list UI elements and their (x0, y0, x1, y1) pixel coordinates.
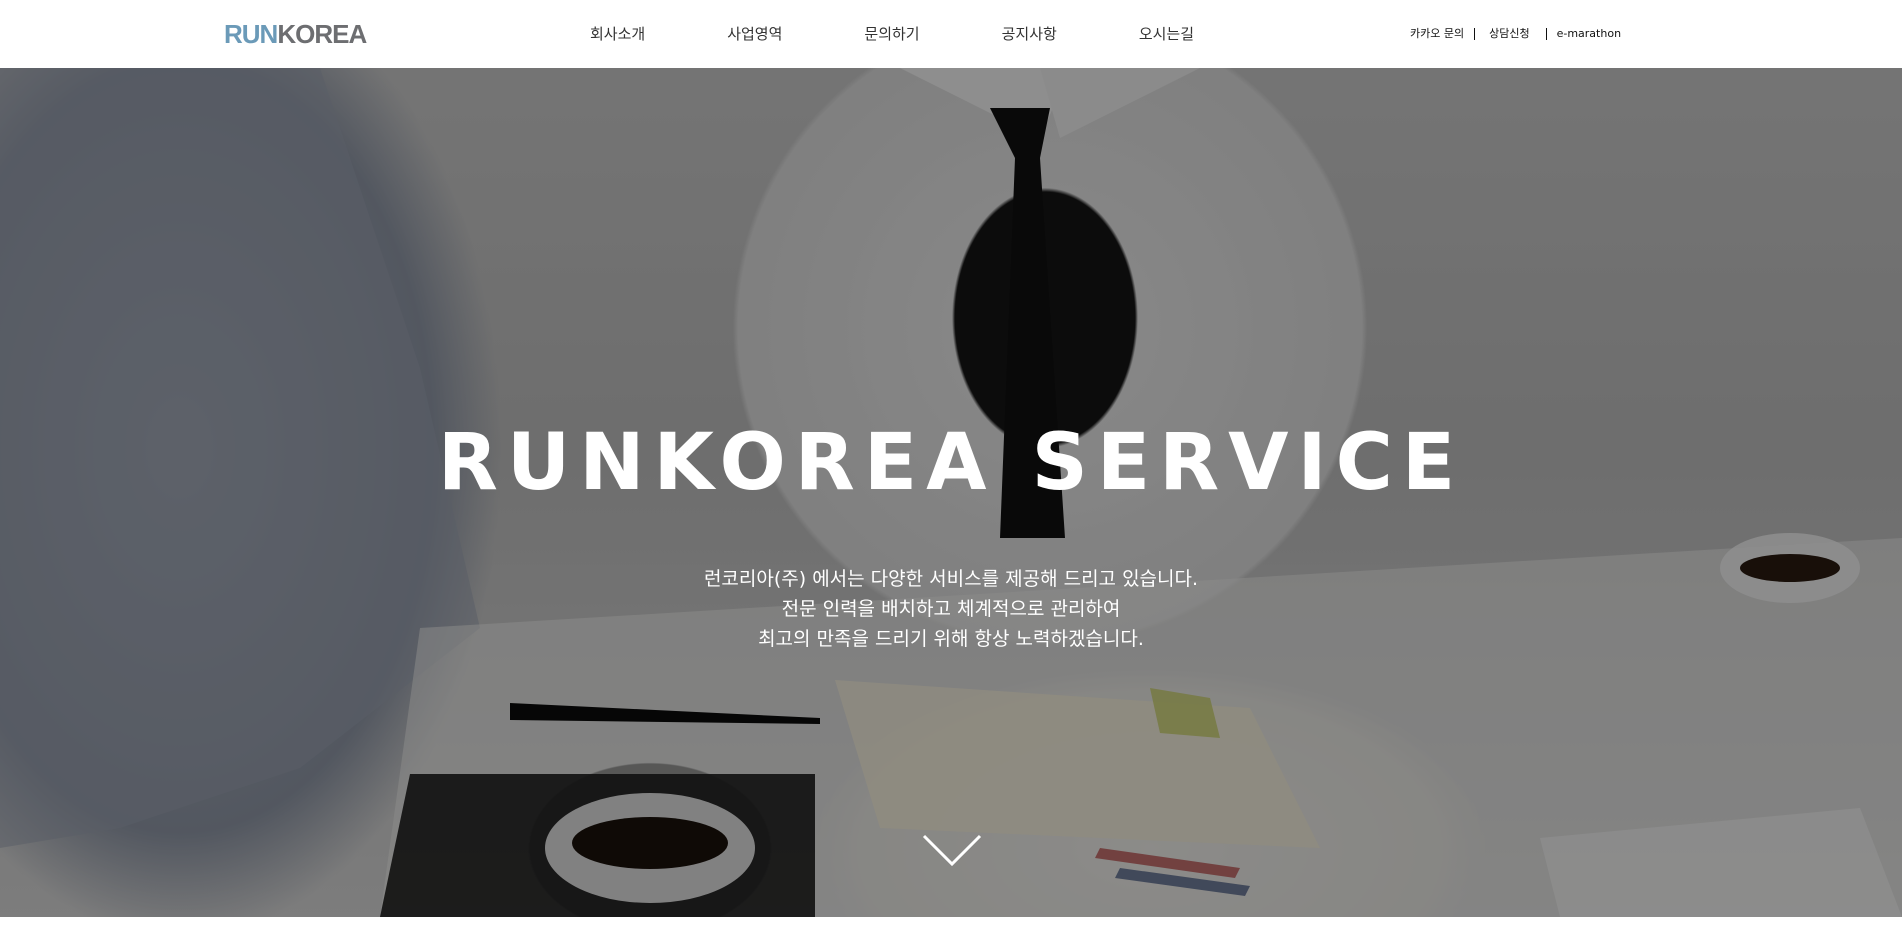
chevron-down-icon[interactable] (922, 832, 982, 872)
util-divider (1545, 28, 1547, 40)
nav-item-business[interactable]: 사업영역 (727, 20, 782, 48)
site-header: RUNKOREA 회사소개 사업영역 문의하기 공지사항 오시는길 카카오 문의… (0, 0, 1902, 68)
runkorea-logo[interactable]: RUNKOREA (224, 17, 367, 51)
hero-description: 런코리아(주) 에서는 다양한 서비스를 제공해 드리고 있습니다. 전문 인력… (0, 564, 1902, 654)
page-bottom-strip (0, 917, 1902, 934)
hero-description-line: 전문 인력을 배치하고 체계적으로 관리하여 (781, 598, 1121, 620)
util-divider (1474, 28, 1476, 40)
logo-korea-text: KOREA (277, 19, 367, 49)
hero-banner: RUNKOREA SERVICE 런코리아(주) 에서는 다양한 서비스를 제공… (0, 68, 1902, 917)
hero-description-line: 최고의 만족을 드리기 위해 항상 노력하겠습니다. (758, 628, 1144, 650)
nav-item-about[interactable]: 회사소개 (590, 20, 645, 48)
kakao-inquiry-link[interactable]: 카카오 문의 (1410, 22, 1464, 46)
emarathon-link[interactable]: e-marathon (1557, 22, 1621, 46)
main-nav: 회사소개 사업영역 문의하기 공지사항 오시는길 (590, 20, 1276, 48)
logo-run-text: RUN (224, 19, 278, 49)
nav-item-inquiry[interactable]: 문의하기 (864, 20, 919, 48)
nav-item-location[interactable]: 오시는길 (1139, 20, 1194, 48)
nav-item-notice[interactable]: 공지사항 (1002, 20, 1057, 48)
consult-request-link[interactable]: 상담신청 (1489, 22, 1529, 46)
utility-links: 카카오 문의 상담신청 e-marathon (1410, 22, 1621, 46)
hero-description-line: 런코리아(주) 에서는 다양한 서비스를 제공해 드리고 있습니다. (703, 568, 1199, 590)
hero-title: RUNKOREA SERVICE (437, 418, 1465, 508)
